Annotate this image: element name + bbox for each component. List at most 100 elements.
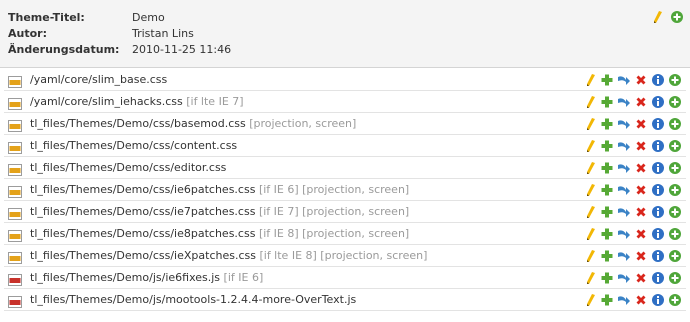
file-row: tl_files/Themes/Demo/css/basemod.css [pr… bbox=[4, 113, 686, 135]
info-icon[interactable] bbox=[651, 117, 665, 131]
add-plus-icon[interactable] bbox=[600, 117, 614, 131]
move-arrow-icon[interactable] bbox=[617, 227, 631, 241]
add-plus-icon[interactable] bbox=[600, 183, 614, 197]
file-path-text: tl_files/Themes/Demo/css/ie7patches.css bbox=[30, 205, 256, 218]
add-after-icon[interactable] bbox=[668, 139, 682, 153]
move-arrow-icon[interactable] bbox=[617, 271, 631, 285]
row-actions bbox=[583, 69, 682, 91]
info-icon[interactable] bbox=[651, 249, 665, 263]
row-actions bbox=[583, 245, 682, 267]
file-path: tl_files/Themes/Demo/css/content.css bbox=[30, 135, 237, 157]
delete-x-icon[interactable] bbox=[634, 139, 648, 153]
add-after-icon[interactable] bbox=[668, 227, 682, 241]
add-after-icon[interactable] bbox=[668, 73, 682, 87]
add-after-icon[interactable] bbox=[668, 293, 682, 307]
add-after-icon[interactable] bbox=[668, 205, 682, 219]
info-icon[interactable] bbox=[651, 95, 665, 109]
edit-pencil-icon[interactable] bbox=[583, 183, 597, 197]
edit-pencil-icon[interactable] bbox=[583, 161, 597, 175]
move-arrow-icon[interactable] bbox=[617, 249, 631, 263]
edit-pencil-icon[interactable] bbox=[583, 249, 597, 263]
meta-value-changed: 2010-11-25 11:46 bbox=[132, 43, 232, 56]
edit-pencil-icon[interactable] bbox=[583, 117, 597, 131]
file-path-text: /yaml/core/slim_base.css bbox=[30, 73, 168, 86]
file-row: tl_files/Themes/Demo/js/ie6fixes.js [if … bbox=[4, 267, 686, 289]
move-arrow-icon[interactable] bbox=[617, 139, 631, 153]
row-actions bbox=[583, 201, 682, 223]
info-icon[interactable] bbox=[651, 183, 665, 197]
delete-x-icon[interactable] bbox=[634, 293, 648, 307]
delete-x-icon[interactable] bbox=[634, 227, 648, 241]
css-file-icon bbox=[8, 74, 22, 88]
add-plus-icon[interactable] bbox=[600, 293, 614, 307]
add-after-icon[interactable] bbox=[668, 95, 682, 109]
delete-x-icon[interactable] bbox=[634, 95, 648, 109]
file-path-text: tl_files/Themes/Demo/js/mootools-1.2.4.4… bbox=[30, 293, 357, 306]
js-file-icon bbox=[8, 294, 22, 308]
css-file-icon bbox=[8, 96, 22, 110]
meta-label-changed: Änderungsdatum: bbox=[8, 43, 120, 56]
delete-x-icon[interactable] bbox=[634, 73, 648, 87]
header-actions bbox=[650, 10, 684, 24]
info-icon[interactable] bbox=[651, 73, 665, 87]
add-plus-icon[interactable] bbox=[600, 271, 614, 285]
add-after-icon[interactable] bbox=[668, 117, 682, 131]
add-plus-icon[interactable] bbox=[600, 139, 614, 153]
add-plus-icon[interactable] bbox=[600, 227, 614, 241]
add-after-icon[interactable] bbox=[668, 271, 682, 285]
move-arrow-icon[interactable] bbox=[617, 183, 631, 197]
move-arrow-icon[interactable] bbox=[617, 95, 631, 109]
file-path-text: tl_files/Themes/Demo/css/ie8patches.css bbox=[30, 227, 256, 240]
info-icon[interactable] bbox=[651, 227, 665, 241]
meta-label-title: Theme-Titel: bbox=[8, 11, 85, 24]
file-path: tl_files/Themes/Demo/js/mootools-1.2.4.4… bbox=[30, 289, 356, 311]
file-path-text: tl_files/Themes/Demo/css/ie6patches.css bbox=[30, 183, 256, 196]
move-arrow-icon[interactable] bbox=[617, 117, 631, 131]
delete-x-icon[interactable] bbox=[634, 205, 648, 219]
move-arrow-icon[interactable] bbox=[617, 73, 631, 87]
move-arrow-icon[interactable] bbox=[617, 293, 631, 307]
file-path-text: tl_files/Themes/Demo/js/ie6fixes.js bbox=[30, 271, 221, 284]
add-after-icon[interactable] bbox=[668, 183, 682, 197]
delete-x-icon[interactable] bbox=[634, 161, 648, 175]
move-arrow-icon[interactable] bbox=[617, 161, 631, 175]
row-actions bbox=[583, 267, 682, 289]
edit-pencil-icon[interactable] bbox=[583, 205, 597, 219]
theme-info-panel: Theme-Titel: Demo Autor: Tristan Lins Än… bbox=[0, 0, 690, 68]
add-after-icon[interactable] bbox=[668, 161, 682, 175]
css-file-icon bbox=[8, 162, 22, 176]
file-path: tl_files/Themes/Demo/css/editor.css bbox=[30, 157, 226, 179]
info-icon[interactable] bbox=[651, 139, 665, 153]
add-plus-icon[interactable] bbox=[600, 249, 614, 263]
file-condition-tags: [if lte IE 8] [projection, screen] bbox=[259, 249, 428, 262]
edit-pencil-icon[interactable] bbox=[583, 271, 597, 285]
file-path-text: tl_files/Themes/Demo/css/basemod.css bbox=[30, 117, 246, 130]
edit-pencil-icon[interactable] bbox=[583, 73, 597, 87]
delete-x-icon[interactable] bbox=[634, 249, 648, 263]
edit-pencil-icon[interactable] bbox=[650, 10, 664, 24]
info-icon[interactable] bbox=[651, 161, 665, 175]
edit-pencil-icon[interactable] bbox=[583, 139, 597, 153]
delete-x-icon[interactable] bbox=[634, 271, 648, 285]
edit-pencil-icon[interactable] bbox=[583, 227, 597, 241]
add-plus-icon[interactable] bbox=[600, 205, 614, 219]
edit-pencil-icon[interactable] bbox=[583, 293, 597, 307]
file-path: tl_files/Themes/Demo/css/ie7patches.css … bbox=[30, 201, 409, 223]
add-plus-icon[interactable] bbox=[600, 95, 614, 109]
file-condition-tags: [if IE 8] [projection, screen] bbox=[258, 227, 410, 240]
delete-x-icon[interactable] bbox=[634, 117, 648, 131]
info-icon[interactable] bbox=[651, 205, 665, 219]
delete-x-icon[interactable] bbox=[634, 183, 648, 197]
add-plus-icon[interactable] bbox=[600, 161, 614, 175]
add-plus-icon[interactable] bbox=[600, 73, 614, 87]
edit-pencil-icon[interactable] bbox=[583, 95, 597, 109]
file-row: tl_files/Themes/Demo/css/content.css bbox=[4, 135, 686, 157]
info-icon[interactable] bbox=[651, 293, 665, 307]
move-arrow-icon[interactable] bbox=[617, 205, 631, 219]
meta-row-changed: Änderungsdatum: 2010-11-25 11:46 bbox=[0, 42, 690, 58]
info-icon[interactable] bbox=[651, 271, 665, 285]
add-after-icon[interactable] bbox=[668, 249, 682, 263]
add-after-icon[interactable] bbox=[670, 10, 684, 24]
file-path: tl_files/Themes/Demo/js/ie6fixes.js [if … bbox=[30, 267, 263, 289]
file-path: tl_files/Themes/Demo/css/basemod.css [pr… bbox=[30, 113, 356, 135]
